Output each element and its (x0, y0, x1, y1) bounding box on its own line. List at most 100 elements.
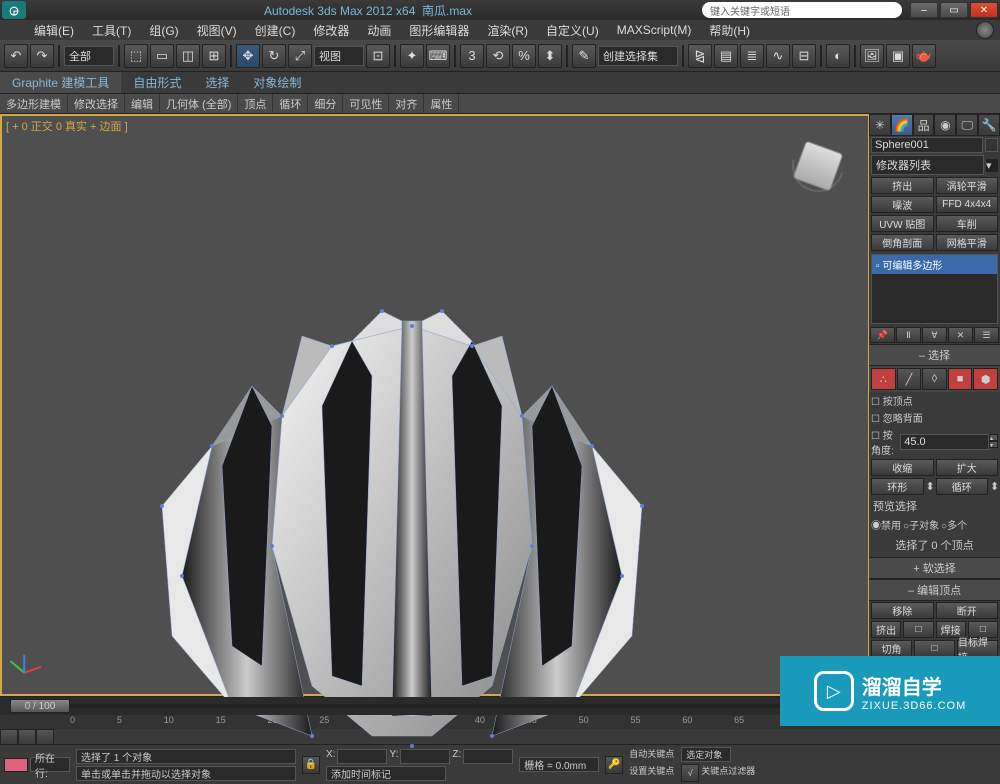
modifier-list[interactable]: 修改器列表 (871, 155, 984, 175)
move-button[interactable]: ✥ (236, 44, 260, 68)
btn-turbosmooth[interactable]: 涡轮平滑 (936, 177, 999, 194)
ribbon-tab-objectpaint[interactable]: 对象绘制 (241, 72, 313, 93)
ribbon-props[interactable]: 属性 (424, 94, 459, 114)
app-button[interactable] (976, 21, 994, 39)
mirror-button[interactable]: ⧎ (688, 44, 712, 68)
btn-extrude2[interactable]: 挤出 (871, 621, 901, 638)
viewport[interactable]: [ + 0 正交 0 真实 + 边面 ] (0, 114, 869, 696)
radio-multi[interactable]: ○多个 (941, 517, 967, 532)
menu-tools[interactable]: 工具(T) (84, 20, 139, 41)
ribbon-loops[interactable]: 循环 (273, 94, 308, 114)
btn-remove[interactable]: 移除 (871, 602, 934, 619)
undo-button[interactable]: ↶ (4, 44, 28, 68)
btn-chamfer-set[interactable]: □ (914, 640, 955, 657)
stack-remove[interactable]: ✕ (948, 327, 973, 343)
stack-editablepoly[interactable]: ▫ 可编辑多边形 (872, 255, 997, 274)
spinner-snap-button[interactable]: ⬍ (538, 44, 562, 68)
stack-unique[interactable]: ∀ (922, 327, 947, 343)
subobj-vertex[interactable]: ∴ (871, 368, 896, 390)
tc-2[interactable] (18, 729, 36, 745)
tc-3[interactable] (36, 729, 54, 745)
snap-button[interactable]: 3 (460, 44, 484, 68)
object-color[interactable] (985, 138, 998, 152)
btn-noise[interactable]: 噪波 (871, 196, 934, 213)
stack-show[interactable]: Ⅱ (896, 327, 921, 343)
layers-button[interactable]: ≣ (740, 44, 764, 68)
select-region-button[interactable]: ◫ (176, 44, 200, 68)
rotate-button[interactable]: ↻ (262, 44, 286, 68)
menu-edit[interactable]: 编辑(E) (26, 20, 82, 41)
window-crossing-button[interactable]: ⊞ (202, 44, 226, 68)
modifier-stack[interactable]: ▫ 可编辑多边形 (871, 254, 998, 324)
menu-grapheditors[interactable]: 图形编辑器 (401, 20, 477, 41)
keyfilter-button[interactable]: 关键点过滤器 (701, 764, 761, 778)
refcoord-select[interactable]: 视图 (314, 46, 364, 66)
time-thumb[interactable]: 0 / 100 (10, 699, 70, 713)
render-frame-button[interactable]: ▣ (886, 44, 910, 68)
rollout-editvert[interactable]: – 编辑顶点 (869, 579, 1000, 601)
keyboard-button[interactable]: ⌨ (426, 44, 450, 68)
tab-motion[interactable]: ◉ (934, 114, 956, 136)
addtime-field[interactable]: 添加时间标记 (326, 766, 446, 781)
rollout-softsel[interactable]: + 软选择 (869, 557, 1000, 579)
render-button[interactable]: 🫖 (912, 44, 936, 68)
rollout-selection[interactable]: – 选择 (869, 344, 1000, 366)
scale-button[interactable]: ⤢ (288, 44, 312, 68)
ribbon-align[interactable]: 对齐 (389, 94, 424, 114)
btn-chamfer[interactable]: 切角 (871, 640, 912, 657)
viewport-label[interactable]: [ + 0 正交 0 真实 + 边面 ] (6, 118, 128, 134)
manipulate-button[interactable]: ✦ (400, 44, 424, 68)
schematic-button[interactable]: ⊟ (792, 44, 816, 68)
close-button[interactable]: ✕ (970, 2, 998, 18)
radio-off[interactable]: ◉禁用 (871, 517, 901, 532)
subobj-element[interactable]: ⬢ (973, 368, 998, 390)
stack-pin[interactable]: 📌 (870, 327, 895, 343)
viewcube[interactable] (788, 136, 848, 196)
btn-bevelprofile[interactable]: 倒角剖面 (871, 234, 934, 251)
menu-maxscript[interactable]: MAXScript(M) (609, 21, 700, 39)
menu-customize[interactable]: 自定义(U) (538, 20, 607, 41)
redo-button[interactable]: ↷ (30, 44, 54, 68)
ribbon-modifysel[interactable]: 修改选择 (68, 94, 125, 114)
angle-snap-button[interactable]: ⟲ (486, 44, 510, 68)
selset-dropdown[interactable]: 创建选择集 (598, 46, 678, 66)
radio-subobj[interactable]: ○子对象 (903, 517, 939, 532)
ribbon-edit[interactable]: 编辑 (125, 94, 160, 114)
subobj-polygon[interactable]: ■ (948, 368, 973, 390)
pivot-button[interactable]: ⊡ (366, 44, 390, 68)
model-pumpkin[interactable] (122, 266, 702, 756)
restore-button[interactable]: ▭ (940, 2, 968, 18)
ribbon-tab-freeform[interactable]: 自由形式 (121, 72, 193, 93)
status-red[interactable] (4, 758, 28, 772)
tab-display[interactable]: 🖵 (956, 114, 978, 136)
ribbon-visibility[interactable]: 可见性 (343, 94, 389, 114)
btn-lathe[interactable]: 车削 (936, 215, 999, 232)
btn-extrude-set[interactable]: □ (903, 621, 933, 638)
percent-snap-button[interactable]: % (512, 44, 536, 68)
curve-editor-button[interactable]: ∿ (766, 44, 790, 68)
object-name-field[interactable] (871, 137, 983, 153)
btn-loop[interactable]: 循环 (936, 478, 989, 495)
ribbon-tab-graphite[interactable]: Graphite 建模工具 (0, 72, 121, 93)
btn-shrink[interactable]: 收缩 (871, 459, 934, 476)
btn-grow[interactable]: 扩大 (936, 459, 999, 476)
search-box[interactable]: 键入关键字或短语 (702, 2, 902, 18)
select-button[interactable]: ⬚ (124, 44, 148, 68)
tab-utilities[interactable]: 🔧 (978, 114, 1000, 136)
render-setup-button[interactable]: 🖼 (860, 44, 884, 68)
app-logo[interactable]: ◶ (2, 1, 26, 19)
btn-ffd[interactable]: FFD 4x4x4 (936, 196, 999, 213)
minimize-button[interactable]: – (910, 2, 938, 18)
ribbon-vertices[interactable]: 顶点 (238, 94, 273, 114)
menu-rendering[interactable]: 渲染(R) (479, 20, 536, 41)
btn-ring[interactable]: 环形 (871, 478, 924, 495)
menu-animation[interactable]: 动画 (359, 20, 399, 41)
btn-uvwmap[interactable]: UVW 贴图 (871, 215, 934, 232)
filter-select[interactable]: 全部 (64, 46, 114, 66)
menu-views[interactable]: 视图(V) (189, 20, 245, 41)
angle-spinner[interactable]: ▴▾ (900, 434, 998, 450)
btn-extrude[interactable]: 挤出 (871, 177, 934, 194)
setkey-button[interactable]: 设置关键点 (629, 764, 679, 778)
ribbon-tab-selection[interactable]: 选择 (193, 72, 241, 93)
tc-1[interactable] (0, 729, 18, 745)
